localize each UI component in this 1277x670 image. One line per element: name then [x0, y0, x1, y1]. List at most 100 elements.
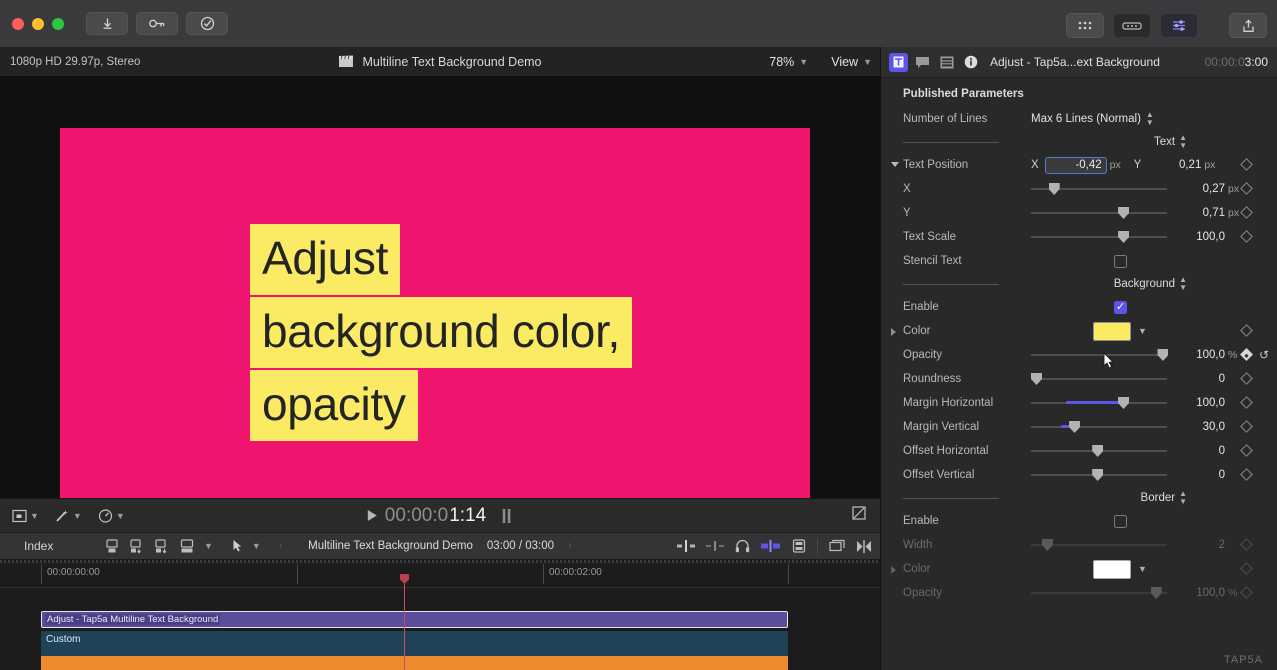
background-opacity-slider[interactable]	[1031, 348, 1169, 362]
timeline-ruler[interactable]: 00:00:00:00 00:00:02:00	[0, 560, 880, 588]
keyword-button[interactable]	[136, 12, 178, 35]
text-position-x-input[interactable]: -0,42	[1044, 156, 1107, 174]
margin-horizontal-value[interactable]: 100,0	[1177, 397, 1225, 409]
tab-video-inspector[interactable]	[937, 53, 956, 72]
background-roundness-value[interactable]: 0	[1177, 373, 1225, 385]
border-enable-checkbox[interactable]	[1113, 514, 1127, 528]
timeline-panel[interactable]: 00:00:00:00 00:00:02:00 Adjust - Tap5a M…	[0, 560, 880, 670]
border-color-chevron-down-icon[interactable]: ▼	[1138, 564, 1147, 574]
timeline-clip-orange-band[interactable]	[41, 656, 788, 670]
text-position-y-sub-value[interactable]: 0,71	[1177, 207, 1225, 219]
transform-tool-button[interactable]: ▼	[12, 509, 39, 523]
zoom-level-value[interactable]: 78%	[769, 55, 794, 69]
row-text-position-x[interactable]: X 0,27 px	[881, 177, 1277, 201]
snapping-icon[interactable]	[761, 540, 781, 552]
tool-chevron-down-icon[interactable]: ▼	[252, 541, 261, 551]
timeline-playhead[interactable]	[404, 578, 405, 670]
background-roundness-keyframe-button[interactable]	[1240, 372, 1253, 385]
slider-knob[interactable]	[1118, 231, 1130, 243]
retime-tool-button[interactable]: ▼	[98, 508, 125, 523]
slider-knob[interactable]	[1118, 397, 1130, 409]
row-number-of-lines[interactable]: Number of Lines Max 6 Lines (Normal) ▲ ▼	[881, 107, 1277, 131]
overwrite-clip-icon[interactable]	[179, 538, 195, 554]
background-color-chevron-down-icon[interactable]: ▼	[1138, 326, 1147, 336]
text-position-keyframe-button[interactable]	[1240, 158, 1253, 171]
stencil-text-checkbox[interactable]	[1113, 254, 1127, 268]
offset-vertical-slider[interactable]	[1031, 468, 1167, 482]
tab-text-inspector[interactable]	[889, 52, 908, 72]
index-button[interactable]: Index	[24, 539, 94, 553]
transform-chevron-down-icon[interactable]: ▼	[30, 511, 39, 521]
background-color-swatch[interactable]	[1093, 321, 1132, 341]
offset-horizontal-value[interactable]: 0	[1177, 445, 1225, 457]
text-position-y-slider[interactable]	[1031, 206, 1167, 220]
group-text-popup[interactable]: Text ▲ ▼	[1154, 134, 1187, 150]
connect-clip-icon[interactable]	[104, 538, 120, 554]
clip-appearance-icon[interactable]	[792, 539, 806, 553]
duplicate-window-icon[interactable]	[829, 539, 845, 553]
text-scale-keyframe-button[interactable]	[1240, 230, 1253, 243]
zoom-chevron-down-icon[interactable]: ▼	[799, 57, 808, 67]
text-position-disclosure-icon[interactable]	[891, 162, 899, 167]
text-position-y-value[interactable]: 0,21	[1161, 159, 1201, 171]
margin-horizontal-slider[interactable]	[1031, 396, 1167, 410]
skimming-icon[interactable]	[706, 540, 724, 552]
row-margin-vertical[interactable]: Margin Vertical 30,0	[881, 415, 1277, 439]
offset-horizontal-keyframe-button[interactable]	[1240, 444, 1253, 457]
row-background-roundness[interactable]: Roundness 0	[881, 367, 1277, 391]
share-button[interactable]	[1229, 13, 1267, 38]
row-border-enable[interactable]: Enable	[881, 509, 1277, 533]
edit-tools-chevron-down-icon[interactable]: ▼	[204, 541, 213, 551]
import-media-button[interactable]	[86, 12, 128, 35]
margin-vertical-slider[interactable]	[1031, 420, 1167, 434]
row-margin-horizontal[interactable]: Margin Horizontal 100,0	[881, 391, 1277, 415]
row-text-scale[interactable]: Text Scale 100,0	[881, 225, 1277, 249]
audio-skimming-icon[interactable]	[677, 540, 695, 552]
row-text-position-y[interactable]: Y 0,71 px	[881, 201, 1277, 225]
row-background-opacity[interactable]: Opacity 100,0 % ↺	[881, 343, 1277, 367]
minimize-window-button[interactable]	[32, 17, 44, 30]
row-stencil-text[interactable]: Stencil Text	[881, 249, 1277, 273]
close-window-button[interactable]	[12, 17, 24, 30]
slider-knob[interactable]	[1048, 183, 1060, 195]
offset-vertical-value[interactable]: 0	[1177, 469, 1225, 481]
playhead-timecode-group[interactable]: 00:00:0 1:14	[367, 505, 513, 527]
view-chevron-down-icon[interactable]: ▼	[863, 57, 872, 67]
insert-clip-icon[interactable]	[129, 538, 145, 554]
fullscreen-button[interactable]	[852, 506, 866, 525]
maximize-window-button[interactable]	[52, 17, 64, 30]
effects-tool-button[interactable]: ▼	[55, 509, 82, 523]
number-of-lines-select[interactable]: Max 6 Lines (Normal) ▲ ▼	[1031, 111, 1154, 127]
background-enable-checkbox[interactable]	[1113, 300, 1127, 314]
text-position-x-slider[interactable]	[1031, 182, 1167, 196]
border-color-swatch[interactable]	[1093, 559, 1132, 579]
text-scale-value[interactable]: 100,0	[1177, 231, 1225, 243]
group-border-popup[interactable]: Border ▲ ▼	[1141, 490, 1187, 506]
background-color-disclosure-icon[interactable]	[891, 328, 896, 336]
timeline-toggle-button[interactable]	[1113, 13, 1151, 38]
row-border-color[interactable]: Color ▼	[881, 557, 1277, 581]
background-roundness-slider[interactable]	[1031, 372, 1167, 386]
group-background-popup[interactable]: Background ▲ ▼	[1114, 276, 1187, 292]
timeline-clip-custom[interactable]: Custom	[41, 631, 788, 656]
slider-knob[interactable]	[1092, 469, 1104, 481]
row-background-enable[interactable]: Enable	[881, 295, 1277, 319]
append-clip-icon[interactable]	[154, 538, 170, 554]
background-opacity-value[interactable]: 100,0	[1177, 349, 1225, 361]
verify-button[interactable]	[186, 12, 228, 35]
effects-chevron-down-icon[interactable]: ▼	[73, 511, 82, 521]
video-canvas[interactable]: Adjust background color, opacity	[60, 128, 810, 545]
slider-knob[interactable]	[1092, 445, 1104, 457]
slider-knob[interactable]	[1031, 373, 1042, 385]
margin-vertical-value[interactable]: 30,0	[1177, 421, 1225, 433]
border-color-disclosure-icon[interactable]	[891, 566, 896, 574]
offset-vertical-keyframe-button[interactable]	[1240, 468, 1253, 481]
row-offset-vertical[interactable]: Offset Vertical 0	[881, 463, 1277, 487]
tab-title-inspector[interactable]	[913, 53, 932, 72]
row-offset-horizontal[interactable]: Offset Horizontal 0	[881, 439, 1277, 463]
margin-vertical-keyframe-button[interactable]	[1240, 420, 1253, 433]
offset-horizontal-slider[interactable]	[1031, 444, 1167, 458]
timeline-clip-title[interactable]: Adjust - Tap5a Multiline Text Background	[41, 611, 788, 628]
retime-chevron-down-icon[interactable]: ▼	[116, 511, 125, 521]
select-arrow-icon[interactable]	[232, 539, 243, 553]
